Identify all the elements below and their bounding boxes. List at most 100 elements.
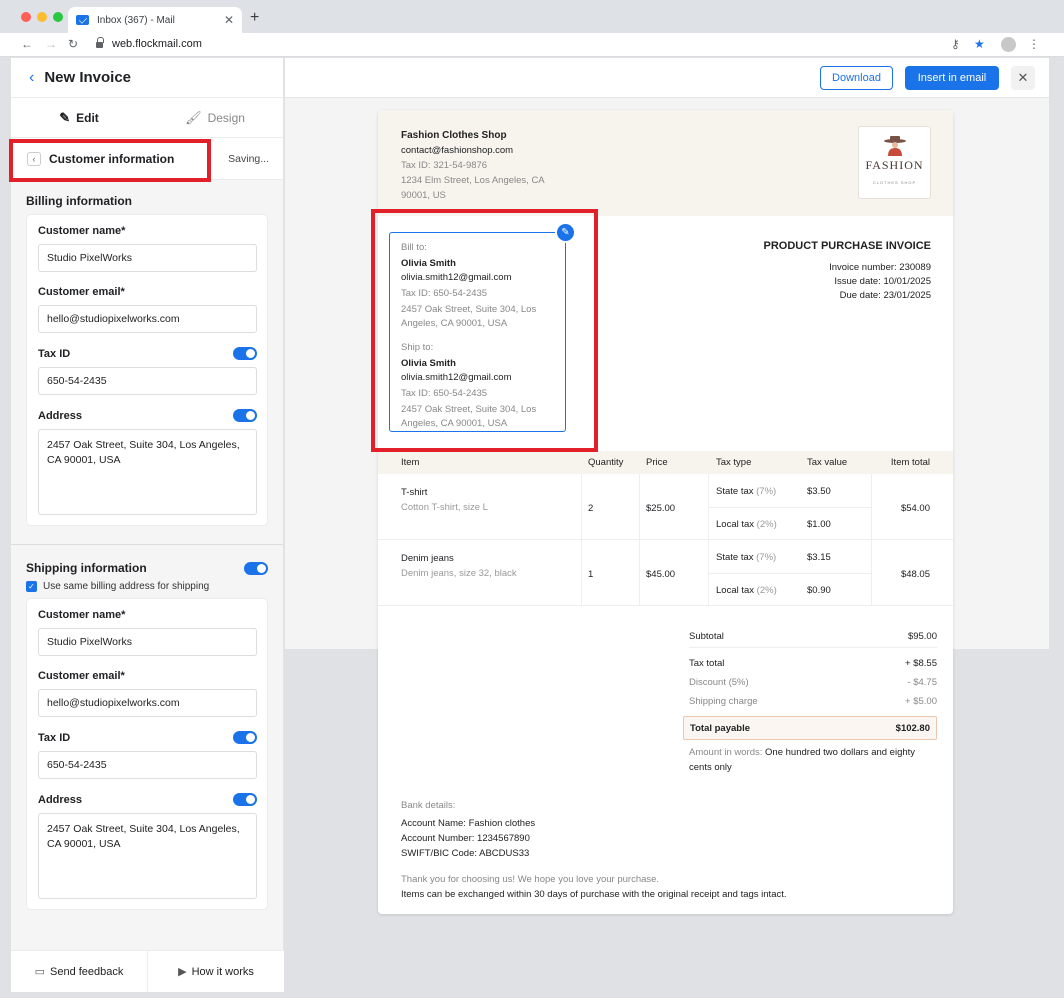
logo-word: FASHION [865,157,924,172]
col-item-total: Item total [890,457,930,468]
checkbox-checked-icon[interactable]: ✓ [26,581,37,592]
shipping-title: Shipping information [11,545,283,581]
invoice-editor-panel: ‹ New Invoice ✎ Edit 🖌 Design ‹ Customer… [11,58,284,992]
profile-icon[interactable] [1001,37,1016,52]
item-qty: 1 [588,569,594,580]
key-icon[interactable]: ⚷ [951,37,960,51]
item-total: $54.00 [900,503,930,514]
back-chevron-icon[interactable]: ‹ [29,69,34,87]
forward-arrow-icon[interactable]: → [45,37,57,51]
col-tax-value: Tax value [807,457,848,468]
billing-card: Customer name* Studio PixelWorks Custome… [26,214,268,526]
shipping-address-toggle[interactable] [233,793,257,806]
shipping-name-input[interactable]: Studio PixelWorks [38,628,257,656]
hat-person-icon [883,135,906,156]
shipping-name-label: Customer name* [38,609,126,621]
item-name: T-shirt [401,487,428,498]
mail-icon [76,15,89,25]
billing-address-textarea[interactable]: 2457 Oak Street, Suite 304, Los Angeles,… [38,429,257,515]
discount-row: Discount (5%) - $4.75 [689,677,937,688]
invoice-meta: Invoice number: 230089 Issue date: 10/01… [829,261,931,303]
tax1-type: State tax (7%) [716,486,777,497]
table-row: T-shirt Cotton T-shirt, size L 2 $25.00 … [378,474,953,540]
thanks-line2: Items can be exchanged within 30 days of… [401,889,787,900]
minimize-window-dot[interactable] [37,12,47,22]
billing-email-input[interactable]: hello@studiopixelworks.com [38,305,257,333]
item-name: Denim jeans [401,553,454,564]
billing-name-input[interactable]: Studio PixelWorks [38,244,257,272]
tab-edit[interactable]: ✎ Edit [11,98,147,137]
col-tax-type: Tax type [716,457,752,468]
item-total: $48.05 [900,569,930,580]
star-icon[interactable]: ★ [974,37,985,51]
billing-taxid-input[interactable]: 650-54-2435 [38,367,257,395]
tab-design-label: Design [207,110,245,125]
mode-tabs: ✎ Edit 🖌 Design [11,98,283,138]
shipping-address-textarea[interactable]: 2457 Oak Street, Suite 304, Los Angeles,… [38,813,257,899]
panel-title: New Invoice [44,69,132,86]
panel-header: ‹ New Invoice [11,58,283,98]
saving-status: Saving... [228,152,269,165]
shop-logo: FASHION CLOTHES SHOP [858,126,931,199]
browser-tab[interactable]: Inbox (367) - Mail ✕ [68,7,242,33]
tax1-type: State tax (7%) [716,552,777,563]
shipping-taxid-toggle[interactable] [233,731,257,744]
address-bar: ← → ↻ web.flockmail.com ⚷ ★ ⋮ [0,33,1064,57]
play-circle-icon: ▶ [178,966,187,978]
issue-date: Issue date: 10/01/2025 [834,276,931,287]
table-header: Item Quantity Price Tax type Tax value I… [378,451,953,474]
url-field[interactable]: web.flockmail.com [112,38,202,50]
table-row: Denim jeans Denim jeans, size 32, black … [378,540,953,606]
insert-in-email-button[interactable]: Insert in email [905,66,999,90]
item-qty: 2 [588,503,594,514]
close-icon[interactable]: ✕ [1011,66,1035,90]
totals-section: Subtotal $95.00 Tax total + $8.55 Discount… [683,626,937,775]
thanks-line1: Thank you for choosing us! We hope you l… [401,874,660,885]
tax1-value: $3.15 [807,552,831,563]
billing-taxid-toggle[interactable] [233,347,257,360]
shipping-email-label: Customer email* [38,670,125,682]
tab-design[interactable]: 🖌 Design [147,98,283,137]
menu-kebab-icon[interactable]: ⋮ [1028,37,1040,51]
tab-title: Inbox (367) - Mail [97,14,175,26]
reload-icon[interactable]: ↻ [68,37,78,51]
same-address-checkbox-row[interactable]: ✓ Use same billing address for shipping [11,581,283,598]
close-window-dot[interactable] [21,12,31,22]
billing-name-label: Customer name* [38,225,126,237]
send-feedback-label: Send feedback [50,965,124,978]
bank-details: Bank details: Account Name: Fashion clot… [401,798,535,861]
invoice-number: Invoice number: 230089 [829,262,931,273]
invoice-title: PRODUCT PURCHASE INVOICE [763,240,931,252]
bank-account-name: Account Name: Fashion clothes [401,818,536,829]
lock-icon [96,37,104,48]
billing-address-toggle[interactable] [233,409,257,422]
download-button[interactable]: Download [820,66,893,90]
send-feedback-button[interactable]: ▭ Send feedback [11,951,147,992]
shipping-card: Customer name* Studio PixelWorks Custome… [26,598,268,910]
same-address-label: Use same billing address for shipping [43,581,210,592]
subtotal-row: Subtotal $95.00 [689,626,937,648]
shipping-address-label: Address [38,793,257,806]
shipping-toggle[interactable] [244,561,268,575]
tax2-type: Local tax (2%) [716,519,777,530]
highlight-box-billto [371,209,598,452]
new-tab-icon[interactable]: + [250,9,259,27]
browser-tab-bar: Inbox (367) - Mail ✕ + [0,0,1064,33]
shipping-taxid-input[interactable]: 650-54-2435 [38,751,257,779]
items-table: Item Quantity Price Tax type Tax value I… [378,451,953,606]
tab-close-icon[interactable]: ✕ [224,13,234,27]
highlight-box-section [9,139,211,182]
how-it-works-label: How it works [191,965,254,978]
shipping-email-input[interactable]: hello@studiopixelworks.com [38,689,257,717]
brush-icon: 🖌 [185,109,202,125]
maximize-window-dot[interactable] [53,12,63,22]
item-price: $25.00 [646,503,676,514]
how-it-works-button[interactable]: ▶ How it works [147,951,284,992]
tax2-value: $1.00 [807,519,831,530]
col-price: Price [646,457,668,468]
back-arrow-icon[interactable]: ← [21,37,33,51]
logo-subtitle: CLOTHES SHOP [872,179,917,185]
preview-toolbar: Download Insert in email ✕ [285,58,1049,98]
total-payable-row: Total payable $102.80 [683,716,937,740]
tab-edit-label: Edit [76,110,99,125]
